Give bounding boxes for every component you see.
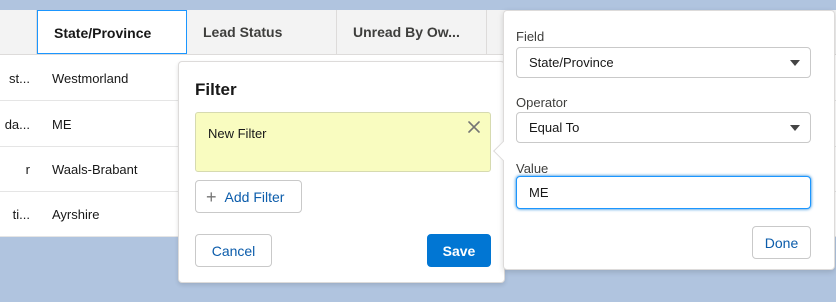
chevron-down-icon: [790, 125, 800, 131]
column-header-unread-by-owner[interactable]: Unread By Ow...: [337, 10, 487, 54]
operator-select-value: Equal To: [529, 120, 580, 135]
operator-select[interactable]: Equal To: [516, 112, 811, 143]
cancel-button[interactable]: Cancel: [195, 234, 272, 267]
table-cell-state: Ayrshire: [52, 207, 100, 222]
value-label: Value: [516, 161, 549, 176]
plus-icon: +: [206, 186, 217, 207]
column-header-lead-status[interactable]: Lead Status: [187, 10, 337, 54]
column-header-truncated[interactable]: [0, 10, 37, 54]
add-filter-button[interactable]: + Add Filter: [195, 180, 302, 213]
done-button[interactable]: Done: [752, 226, 811, 259]
column-header-state-province[interactable]: State/Province: [37, 10, 187, 54]
save-button[interactable]: Save: [427, 234, 491, 267]
filter-panel-title: Filter: [195, 80, 237, 99]
close-icon[interactable]: [466, 119, 482, 135]
table-cell-state: Westmorland: [52, 71, 129, 86]
chevron-down-icon: [790, 60, 800, 66]
filter-edit-popover: Field State/Province Operator Equal To V…: [493, 10, 835, 270]
table-cell-truncated: st...: [9, 71, 30, 86]
filter-panel: Filter New Filter + Add Filter Cancel Sa…: [178, 61, 505, 283]
value-input[interactable]: [516, 176, 811, 209]
table-cell-state: Waals-Brabant: [52, 162, 138, 177]
add-filter-label: Add Filter: [224, 188, 285, 205]
operator-label: Operator: [516, 95, 568, 110]
new-filter-label: New Filter: [208, 126, 267, 141]
field-label: Field: [516, 29, 545, 44]
table-cell-state: ME: [52, 117, 72, 132]
table-cell-truncated: ti...: [12, 207, 30, 222]
field-select-value: State/Province: [529, 55, 614, 70]
field-select[interactable]: State/Province: [516, 47, 811, 78]
table-cell-truncated: da...: [4, 117, 30, 132]
new-filter-card[interactable]: New Filter: [195, 112, 491, 172]
table-cell-truncated: r: [25, 162, 30, 177]
top-strip: [0, 0, 836, 10]
